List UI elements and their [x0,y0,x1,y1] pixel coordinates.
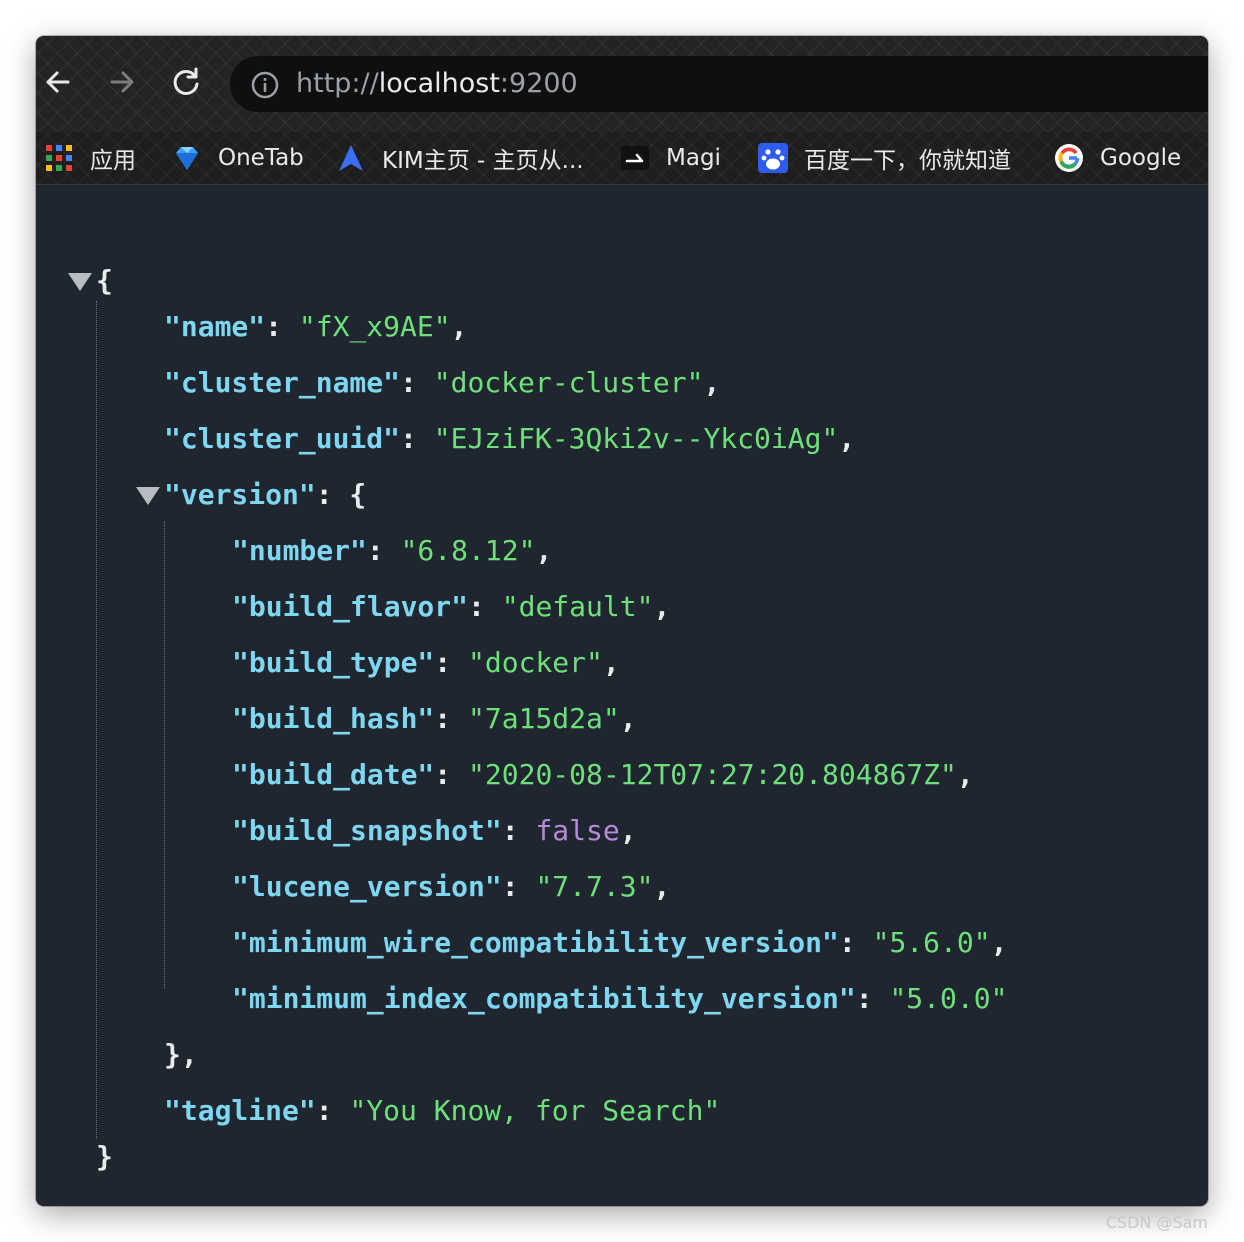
url-text[interactable]: http://localhost:9200 [296,68,578,99]
back-button[interactable] [38,62,78,102]
bookmark-label: 应用 [90,148,136,174]
back-arrow-icon [46,71,70,93]
json-row-tagline: "tagline": "You Know, for Search" [164,1094,721,1127]
json-row-cluster-name: "cluster_name": "docker-cluster", [164,366,721,399]
reload-icon [173,67,199,95]
json-value: "default" [501,590,654,623]
json-key: "build_type" [232,646,435,679]
json-key: "number" [232,534,367,567]
json-value: "6.8.12" [400,534,536,567]
forward-arrow-icon [110,71,134,93]
json-value: "5.0.0" [889,982,1008,1015]
json-key: "build_snapshot" [232,814,502,847]
bookmark-onetab[interactable]: OneTab [172,132,304,184]
json-row-version-field: "minimum_index_compatibility_version": "… [232,982,1008,1015]
json-value: "EJziFK-3Qki2v--Ykc0iAg" [433,422,839,455]
version-indent-guide [164,521,165,989]
bookmark-label: KIM主页 - 主页从... [382,148,584,174]
collapse-root-toggle[interactable] [68,273,92,291]
json-row-version-field: "minimum_wire_compatibility_version": "5… [232,926,1008,959]
json-row-version-field: "lucene_version": "7.7.3", [232,870,671,903]
json-key: "lucene_version" [232,870,502,903]
magi-icon [620,143,650,173]
json-row-version: "version": { [164,478,367,511]
json-key: "cluster_name" [164,366,401,399]
bookmark-apps[interactable]: 应用 [44,132,136,184]
json-value: "You Know, for Search" [349,1094,721,1127]
json-key: "cluster_uuid" [164,422,401,455]
watermark: CSDN @Sam [1105,1213,1208,1232]
json-row-version-field: "number": "6.8.12", [232,534,553,567]
forward-button[interactable] [102,62,142,102]
json-row-version-field: "build_date": "2020-08-12T07:27:20.80486… [232,758,974,791]
json-key: "build_date" [232,758,435,791]
json-value: false [535,814,620,847]
url-scheme: http:// [296,68,379,99]
google-icon [1054,143,1084,173]
json-value: "2020-08-12T07:27:20.804867Z" [468,758,957,791]
json-value: "7a15d2a" [468,702,620,735]
bookmarks-bar: 应用 OneTab KIM主页 - 主页从... Magi 百度一下，你就知道 … [36,132,1208,184]
json-viewer: { "name": "fX_x9AE", "cluster_name": "do… [36,185,1208,1206]
apps-grid-icon [44,143,74,173]
url-host: localhost [378,68,500,99]
json-key: "name" [164,310,266,343]
json-row-version-field: "build_type": "docker", [232,646,620,679]
bookmark-baidu[interactable]: 百度一下，你就知道 [758,132,1011,184]
json-key: "tagline" [164,1094,316,1127]
json-value: "docker-cluster" [433,366,704,399]
root-close-brace: } [96,1140,113,1173]
onetab-icon [172,143,202,173]
bookmark-google[interactable]: Google [1054,132,1181,184]
json-value: "fX_x9AE" [298,310,451,343]
reload-button[interactable] [166,62,206,102]
collapse-version-toggle[interactable] [136,487,160,505]
kim-icon [336,143,366,173]
json-value: "5.6.0" [872,926,991,959]
json-row-version-field: "build_flavor": "default", [232,590,671,623]
info-icon[interactable] [250,70,280,100]
json-row-name: "name": "fX_x9AE", [164,310,468,343]
json-key: "version" [164,478,316,511]
json-key: "build_flavor" [232,590,469,623]
url-port: :9200 [499,68,578,99]
json-row-version-field: "build_snapshot": false, [232,814,637,847]
bookmark-label: Google [1100,145,1182,171]
json-key: "minimum_wire_compatibility_version" [232,926,839,959]
json-key: "minimum_index_compatibility_version" [232,982,856,1015]
bookmark-label: 百度一下，你就知道 [804,148,1011,174]
json-value: "docker" [468,646,603,679]
root-indent-guide [96,301,97,1139]
bookmark-label: Magi [666,145,721,171]
browser-window: http://localhost:9200 应用 OneTab KIM主页 - … [36,36,1208,1206]
bookmark-label: OneTab [218,145,304,171]
json-value: "7.7.3" [535,870,654,903]
json-key: "build_hash" [232,702,435,735]
browser-toolbar: http://localhost:9200 [36,36,1208,132]
bookmark-magi[interactable]: Magi [620,132,721,184]
version-close-brace: }, [164,1038,198,1071]
baidu-icon [758,143,788,173]
root-open-brace: { [96,264,113,297]
json-row-version-field: "build_hash": "7a15d2a", [232,702,637,735]
address-bar[interactable]: http://localhost:9200 [230,56,1208,112]
bookmark-kim[interactable]: KIM主页 - 主页从... [336,132,584,184]
json-row-cluster-uuid: "cluster_uuid": "EJziFK-3Qki2v--Ykc0iAg"… [164,422,856,455]
